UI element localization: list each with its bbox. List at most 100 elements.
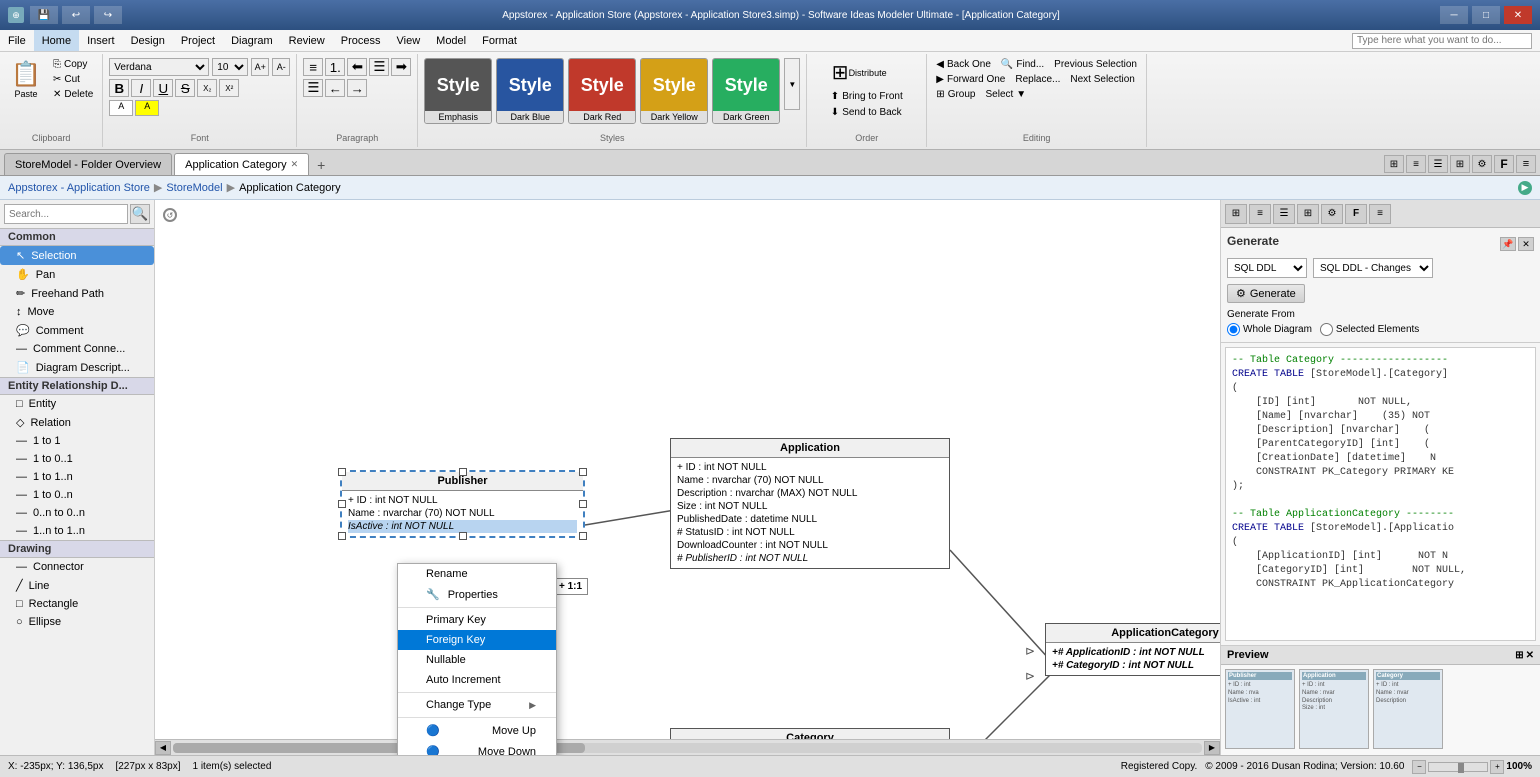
find-button[interactable]: 🔍 Find... bbox=[998, 58, 1047, 71]
menu-project[interactable]: Project bbox=[173, 30, 223, 51]
tool-0nto0n[interactable]: — 0..n to 0..n bbox=[0, 504, 154, 522]
tool-ellipse[interactable]: ○ Ellipse bbox=[0, 613, 154, 631]
tool-relation[interactable]: ◇ Relation bbox=[0, 413, 154, 432]
app-field-desc[interactable]: Description : nvarchar (MAX) NOT NULL bbox=[677, 487, 943, 500]
handle-tr[interactable] bbox=[579, 468, 587, 476]
font-size-select[interactable]: 10 bbox=[212, 58, 248, 76]
ctx-rename[interactable]: Rename bbox=[398, 564, 556, 584]
forward-one-button[interactable]: ▶ Forward One bbox=[933, 73, 1008, 86]
indent-more-btn[interactable]: → bbox=[347, 79, 367, 97]
distribute-button[interactable]: ⊞ Distribute bbox=[828, 58, 891, 87]
tool-rectangle[interactable]: □ Rectangle bbox=[0, 595, 154, 613]
style-emphasis-btn[interactable]: Style Emphasis bbox=[424, 58, 492, 124]
tool-connector[interactable]: — Connector bbox=[0, 558, 154, 576]
cut-button[interactable]: ✂ Cut bbox=[50, 73, 96, 86]
tool-line[interactable]: ╱ Line bbox=[0, 576, 154, 595]
font-increase-btn[interactable]: A+ bbox=[251, 58, 269, 76]
handle-tl[interactable] bbox=[338, 468, 346, 476]
handle-tm[interactable] bbox=[459, 468, 467, 476]
ribbon-search-input[interactable] bbox=[1352, 33, 1532, 49]
app-field-counter[interactable]: DownloadCounter : int NOT NULL bbox=[677, 539, 943, 552]
panel-tool-btn-7[interactable]: ≡ bbox=[1369, 204, 1391, 224]
diagram-tool-btn-1[interactable]: ⊞ bbox=[1384, 155, 1404, 173]
ctx-move-up[interactable]: 🔵 Move Up bbox=[398, 720, 556, 741]
horizontal-scrollbar[interactable]: ◀ ▶ bbox=[155, 739, 1220, 755]
selected-elements-radio-label[interactable]: Selected Elements bbox=[1320, 323, 1419, 336]
align-justify-btn[interactable]: ☰ bbox=[303, 79, 323, 97]
list-btn[interactable]: ≡ bbox=[303, 58, 323, 76]
app-field-status[interactable]: # StatusID : int NOT NULL bbox=[677, 526, 943, 539]
handle-mr[interactable] bbox=[579, 500, 587, 508]
handle-bl[interactable] bbox=[338, 532, 346, 540]
breadcrumb-storemodel[interactable]: StoreModel bbox=[166, 182, 222, 194]
style-darkblue-btn[interactable]: Style Dark Blue bbox=[496, 58, 564, 124]
diagram-tool-btn-4[interactable]: ⊞ bbox=[1450, 155, 1470, 173]
publisher-entity[interactable]: Publisher + ID : int NOT NULL Name : nva… bbox=[340, 470, 585, 538]
app-field-publisher[interactable]: # PublisherID : int NOT NULL bbox=[677, 552, 943, 565]
close-btn[interactable]: ✕ bbox=[1504, 6, 1532, 24]
font-family-select[interactable]: Verdana bbox=[109, 58, 209, 76]
quick-save-btn[interactable]: 💾 bbox=[30, 6, 58, 24]
select-button[interactable]: Select ▼ bbox=[982, 88, 1029, 101]
strikethrough-btn[interactable]: S bbox=[175, 79, 195, 97]
app-field-size[interactable]: Size : int NOT NULL bbox=[677, 500, 943, 513]
appcategory-entity[interactable]: ApplicationCategory +# ApplicationID : i… bbox=[1045, 623, 1220, 676]
menu-file[interactable]: File bbox=[0, 30, 34, 51]
menu-diagram[interactable]: Diagram bbox=[223, 30, 281, 51]
panel-tool-btn-6[interactable]: F bbox=[1345, 204, 1367, 224]
sql-changes-select[interactable]: SQL DDL - Changes bbox=[1313, 258, 1433, 278]
menu-process[interactable]: Process bbox=[333, 30, 389, 51]
tool-selection[interactable]: ↖ Selection bbox=[0, 246, 154, 265]
tool-pan[interactable]: ✋ Pan bbox=[0, 265, 154, 284]
tool-comment-connector[interactable]: — Comment Conne... bbox=[0, 340, 154, 358]
panel-close-btn[interactable]: ✕ bbox=[1518, 237, 1534, 251]
previous-selection-btn[interactable]: Previous Selection bbox=[1051, 58, 1140, 71]
style-darkgreen-btn[interactable]: Style Dark Green bbox=[712, 58, 780, 124]
ctx-foreign-key[interactable]: Foreign Key bbox=[398, 630, 556, 650]
canvas-area[interactable]: ↺ ⊳ ⊳ Publisher + ID bbox=[155, 200, 1220, 755]
tool-1to0n[interactable]: — 1 to 0..n bbox=[0, 486, 154, 504]
delete-button[interactable]: ✕ Delete bbox=[50, 88, 96, 101]
zoom-in-btn[interactable]: + bbox=[1490, 760, 1504, 774]
tool-entity[interactable]: □ Entity bbox=[0, 395, 154, 413]
tool-1nto1n[interactable]: — 1..n to 1..n bbox=[0, 522, 154, 540]
menu-view[interactable]: View bbox=[389, 30, 429, 51]
bold-btn[interactable]: B bbox=[109, 79, 129, 97]
ctx-nullable[interactable]: Nullable bbox=[398, 650, 556, 670]
undo-btn[interactable]: ↩ bbox=[62, 6, 90, 24]
copy-button[interactable]: ⎘ Copy bbox=[50, 58, 96, 71]
tool-freehand[interactable]: ✏ Freehand Path bbox=[0, 284, 154, 303]
diagram-tool-btn-7[interactable]: ≡ bbox=[1516, 155, 1536, 173]
search-input[interactable] bbox=[4, 204, 128, 224]
ctx-move-down[interactable]: 🔵 Move Down bbox=[398, 741, 556, 755]
search-button[interactable]: 🔍 bbox=[130, 204, 150, 224]
diagram-tool-btn-3[interactable]: ☰ bbox=[1428, 155, 1448, 173]
paste-button[interactable]: 📋 Paste bbox=[6, 58, 46, 101]
zoom-slider-thumb[interactable] bbox=[1458, 763, 1464, 773]
tool-comment[interactable]: 💬 Comment bbox=[0, 321, 154, 340]
align-center-btn[interactable]: ☰ bbox=[369, 58, 389, 76]
panel-tool-btn-1[interactable]: ⊞ bbox=[1225, 204, 1247, 224]
application-entity[interactable]: Application + ID : int NOT NULL Name : n… bbox=[670, 438, 950, 569]
bring-to-front-btn[interactable]: ⬆ Bring to Front bbox=[828, 90, 906, 103]
tab-folder-overview[interactable]: StoreModel - Folder Overview bbox=[4, 153, 172, 175]
tab-application-category[interactable]: Application Category ✕ bbox=[174, 153, 309, 175]
diagram-tool-btn-2[interactable]: ≡ bbox=[1406, 155, 1426, 173]
tab-close-btn[interactable]: ✕ bbox=[291, 159, 299, 170]
diagram-tool-btn-6[interactable]: F bbox=[1494, 155, 1514, 173]
tool-diagram-description[interactable]: 📄 Diagram Descript... bbox=[0, 358, 154, 377]
next-selection-btn[interactable]: Next Selection bbox=[1067, 73, 1137, 86]
menu-review[interactable]: Review bbox=[281, 30, 333, 51]
menu-design[interactable]: Design bbox=[123, 30, 173, 51]
zoom-out-btn[interactable]: − bbox=[1412, 760, 1426, 774]
menu-model[interactable]: Model bbox=[428, 30, 474, 51]
font-decrease-btn[interactable]: A- bbox=[272, 58, 290, 76]
whole-diagram-radio[interactable] bbox=[1227, 323, 1240, 336]
tool-1to1[interactable]: — 1 to 1 bbox=[0, 432, 154, 450]
tool-1to01[interactable]: — 1 to 0..1 bbox=[0, 450, 154, 468]
menu-home[interactable]: Home bbox=[34, 30, 79, 51]
ctx-primary-key[interactable]: Primary Key bbox=[398, 610, 556, 630]
subscript-btn[interactable]: X₂ bbox=[197, 79, 217, 97]
preview-expand-icon[interactable]: ⊞ bbox=[1515, 650, 1523, 661]
tool-move[interactable]: ↕ Move bbox=[0, 303, 154, 321]
